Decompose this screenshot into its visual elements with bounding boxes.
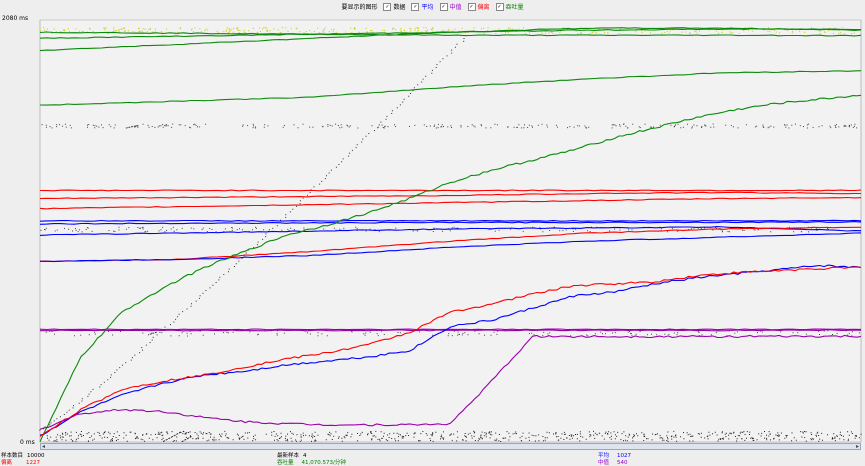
checkbox-deviation[interactable]: ✓ 偏离 xyxy=(467,2,490,11)
y-axis-max-label: 2080 ms xyxy=(2,15,29,22)
checkbox-average-label: 平均 xyxy=(421,4,434,11)
checkbox-median-label: 中值 xyxy=(449,4,462,11)
checkbox-deviation-label: 偏离 xyxy=(477,4,490,11)
horizontal-scrollbar[interactable]: ◂ ▸ xyxy=(40,443,861,450)
scroll-left-icon[interactable]: ◂ xyxy=(42,443,45,450)
throughput-stat-label: 吞吐量 xyxy=(277,460,294,466)
y-axis-min-label: 0 ms xyxy=(20,439,35,446)
checkbox-data-label: 数据 xyxy=(393,4,406,11)
check-icon: ✓ xyxy=(467,2,476,11)
checkbox-throughput-label: 吞吐量 xyxy=(505,4,524,11)
check-icon: ✓ xyxy=(495,2,504,11)
check-icon: ✓ xyxy=(439,2,448,11)
graph-options-prompt: 要显示的图形 xyxy=(341,4,378,11)
graph-options-bar: 要显示的图形 ✓ 数据 ✓ 平均 ✓ 中值 ✓ 偏离 ✓ 吞吐量 xyxy=(0,0,865,13)
median-stat-value: 540 xyxy=(617,460,628,466)
throughput-stat-value: 41,070.573/分钟 xyxy=(301,460,346,466)
scroll-right-icon[interactable]: ▸ xyxy=(856,443,859,450)
checkbox-average[interactable]: ✓ 平均 xyxy=(411,2,434,11)
scrollbar-thumb[interactable] xyxy=(431,444,451,449)
checkbox-data[interactable]: ✓ 数据 xyxy=(383,2,405,11)
deviation-stat-value: 1227 xyxy=(26,460,41,466)
checkbox-median[interactable]: ✓ 中值 xyxy=(439,2,462,11)
deviation-stat-label: 偏离 xyxy=(1,460,13,466)
check-icon: ✓ xyxy=(411,2,420,11)
median-stat-label: 中值 xyxy=(598,460,610,466)
plot-area xyxy=(39,19,862,443)
check-icon: ✓ xyxy=(383,2,392,11)
checkbox-throughput[interactable]: ✓ 吞吐量 xyxy=(495,2,524,11)
